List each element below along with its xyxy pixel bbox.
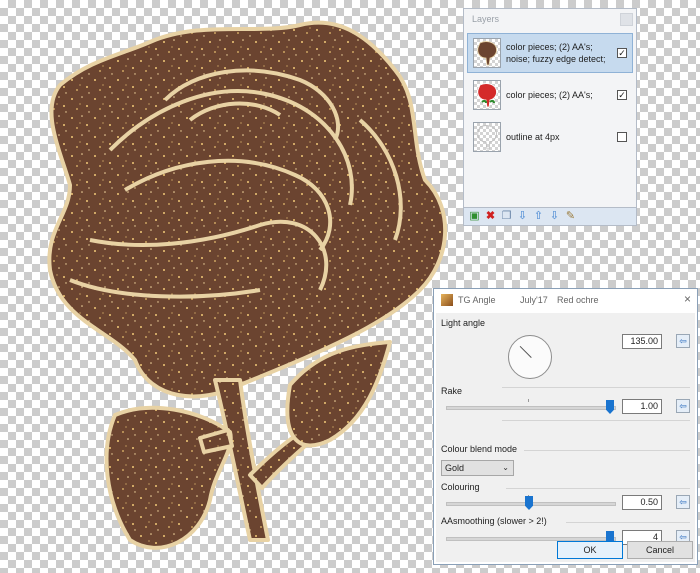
- light-angle-reset-button[interactable]: ⇦: [676, 334, 690, 348]
- colouring-slider-thumb[interactable]: [525, 496, 533, 510]
- move-down-icon[interactable]: ⇩: [548, 210, 561, 223]
- dial-needle: [519, 345, 532, 358]
- blend-mode-label: Colour blend mode: [441, 444, 518, 454]
- close-icon[interactable]: ×: [684, 292, 691, 306]
- aasmoothing-label: AAsmoothing (slower > 2!): [441, 516, 547, 526]
- layer-thumbnail: [473, 80, 501, 110]
- layers-panel-title: Layers: [472, 14, 500, 24]
- colouring-reset-button[interactable]: ⇦: [676, 495, 690, 509]
- rake-reset-button[interactable]: ⇦: [676, 399, 690, 413]
- layer-row[interactable]: outline at 4px: [467, 117, 633, 157]
- duplicate-layer-icon[interactable]: ❐: [500, 210, 513, 223]
- blend-mode-value: Gold: [445, 463, 465, 473]
- colouring-label: Colouring: [441, 482, 480, 492]
- layer-thumbnail: [473, 38, 501, 68]
- layer-name: outline at 4px: [506, 132, 560, 142]
- delete-layer-icon[interactable]: ✖: [484, 210, 497, 223]
- rose-bloom: [47, 20, 447, 399]
- colouring-input[interactable]: 0.50: [622, 495, 662, 510]
- dialog-title-bar: TG Angle July'17 Red ochre ×: [434, 289, 697, 311]
- layer-visibility-checkbox[interactable]: [617, 132, 627, 142]
- layer-visibility-checkbox[interactable]: ✓: [617, 48, 627, 58]
- ok-button[interactable]: OK: [557, 541, 623, 559]
- layers-panel-menu-button[interactable]: [620, 13, 633, 26]
- layer-thumbnail: [473, 122, 501, 152]
- move-up-icon[interactable]: ⇧: [532, 210, 545, 223]
- light-angle-label: Light angle: [441, 318, 486, 328]
- effect-icon: [441, 294, 453, 306]
- chevron-down-icon: ⌄: [502, 463, 509, 472]
- dialog-subtitle-colour: Red ochre: [557, 295, 599, 305]
- layers-toolbar: ▣ ✖ ❐ ⇩ ⇧ ⇩ ✎: [464, 207, 636, 225]
- layers-panel: Layers color pieces; (2) AA's; noise; fu…: [463, 8, 637, 226]
- dialog-subtitle: July'17: [520, 295, 548, 305]
- add-layer-icon[interactable]: ▣: [468, 210, 481, 223]
- section-divider: [524, 450, 690, 451]
- slider-tick: [528, 399, 529, 402]
- layer-row[interactable]: color pieces; (2) AA's; noise; fuzzy edg…: [467, 33, 633, 73]
- light-angle-dial[interactable]: [508, 335, 552, 379]
- properties-icon[interactable]: ✎: [564, 210, 577, 223]
- layer-name: color pieces; (2) AA's;: [506, 90, 593, 100]
- layer-name: color pieces; (2) AA's; noise; fuzzy edg…: [506, 42, 606, 64]
- dialog-title: TG Angle: [458, 295, 496, 305]
- light-angle-input[interactable]: 135.00: [622, 334, 662, 349]
- rake-slider-thumb[interactable]: [606, 400, 614, 414]
- rake-label: Rake: [441, 386, 463, 396]
- dialog-body: Light angle 135.00 ⇦ Rake 1.00 ⇦ Colour …: [436, 313, 695, 562]
- rake-slider-track[interactable]: [446, 406, 616, 410]
- section-divider: [502, 387, 690, 388]
- tg-angle-dialog: TG Angle July'17 Red ochre × Light angle…: [433, 288, 698, 565]
- layer-visibility-checkbox[interactable]: ✓: [617, 90, 627, 100]
- section-divider: [506, 488, 690, 489]
- layer-row[interactable]: color pieces; (2) AA's; ✓: [467, 75, 633, 115]
- blend-mode-dropdown[interactable]: Gold ⌄: [441, 460, 514, 476]
- rake-input[interactable]: 1.00: [622, 399, 662, 414]
- cancel-button[interactable]: Cancel: [627, 541, 693, 559]
- section-divider: [566, 522, 690, 523]
- section-divider: [502, 420, 690, 421]
- merge-down-icon[interactable]: ⇩: [516, 210, 529, 223]
